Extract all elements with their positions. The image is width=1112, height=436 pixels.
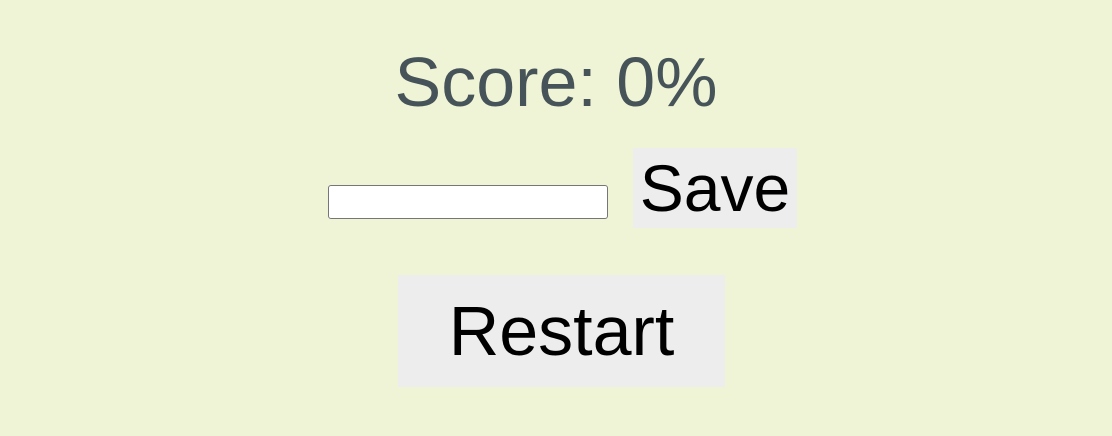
save-button[interactable]: Save bbox=[633, 148, 797, 228]
restart-button[interactable]: Restart bbox=[398, 275, 725, 387]
player-name-input[interactable] bbox=[328, 185, 608, 219]
